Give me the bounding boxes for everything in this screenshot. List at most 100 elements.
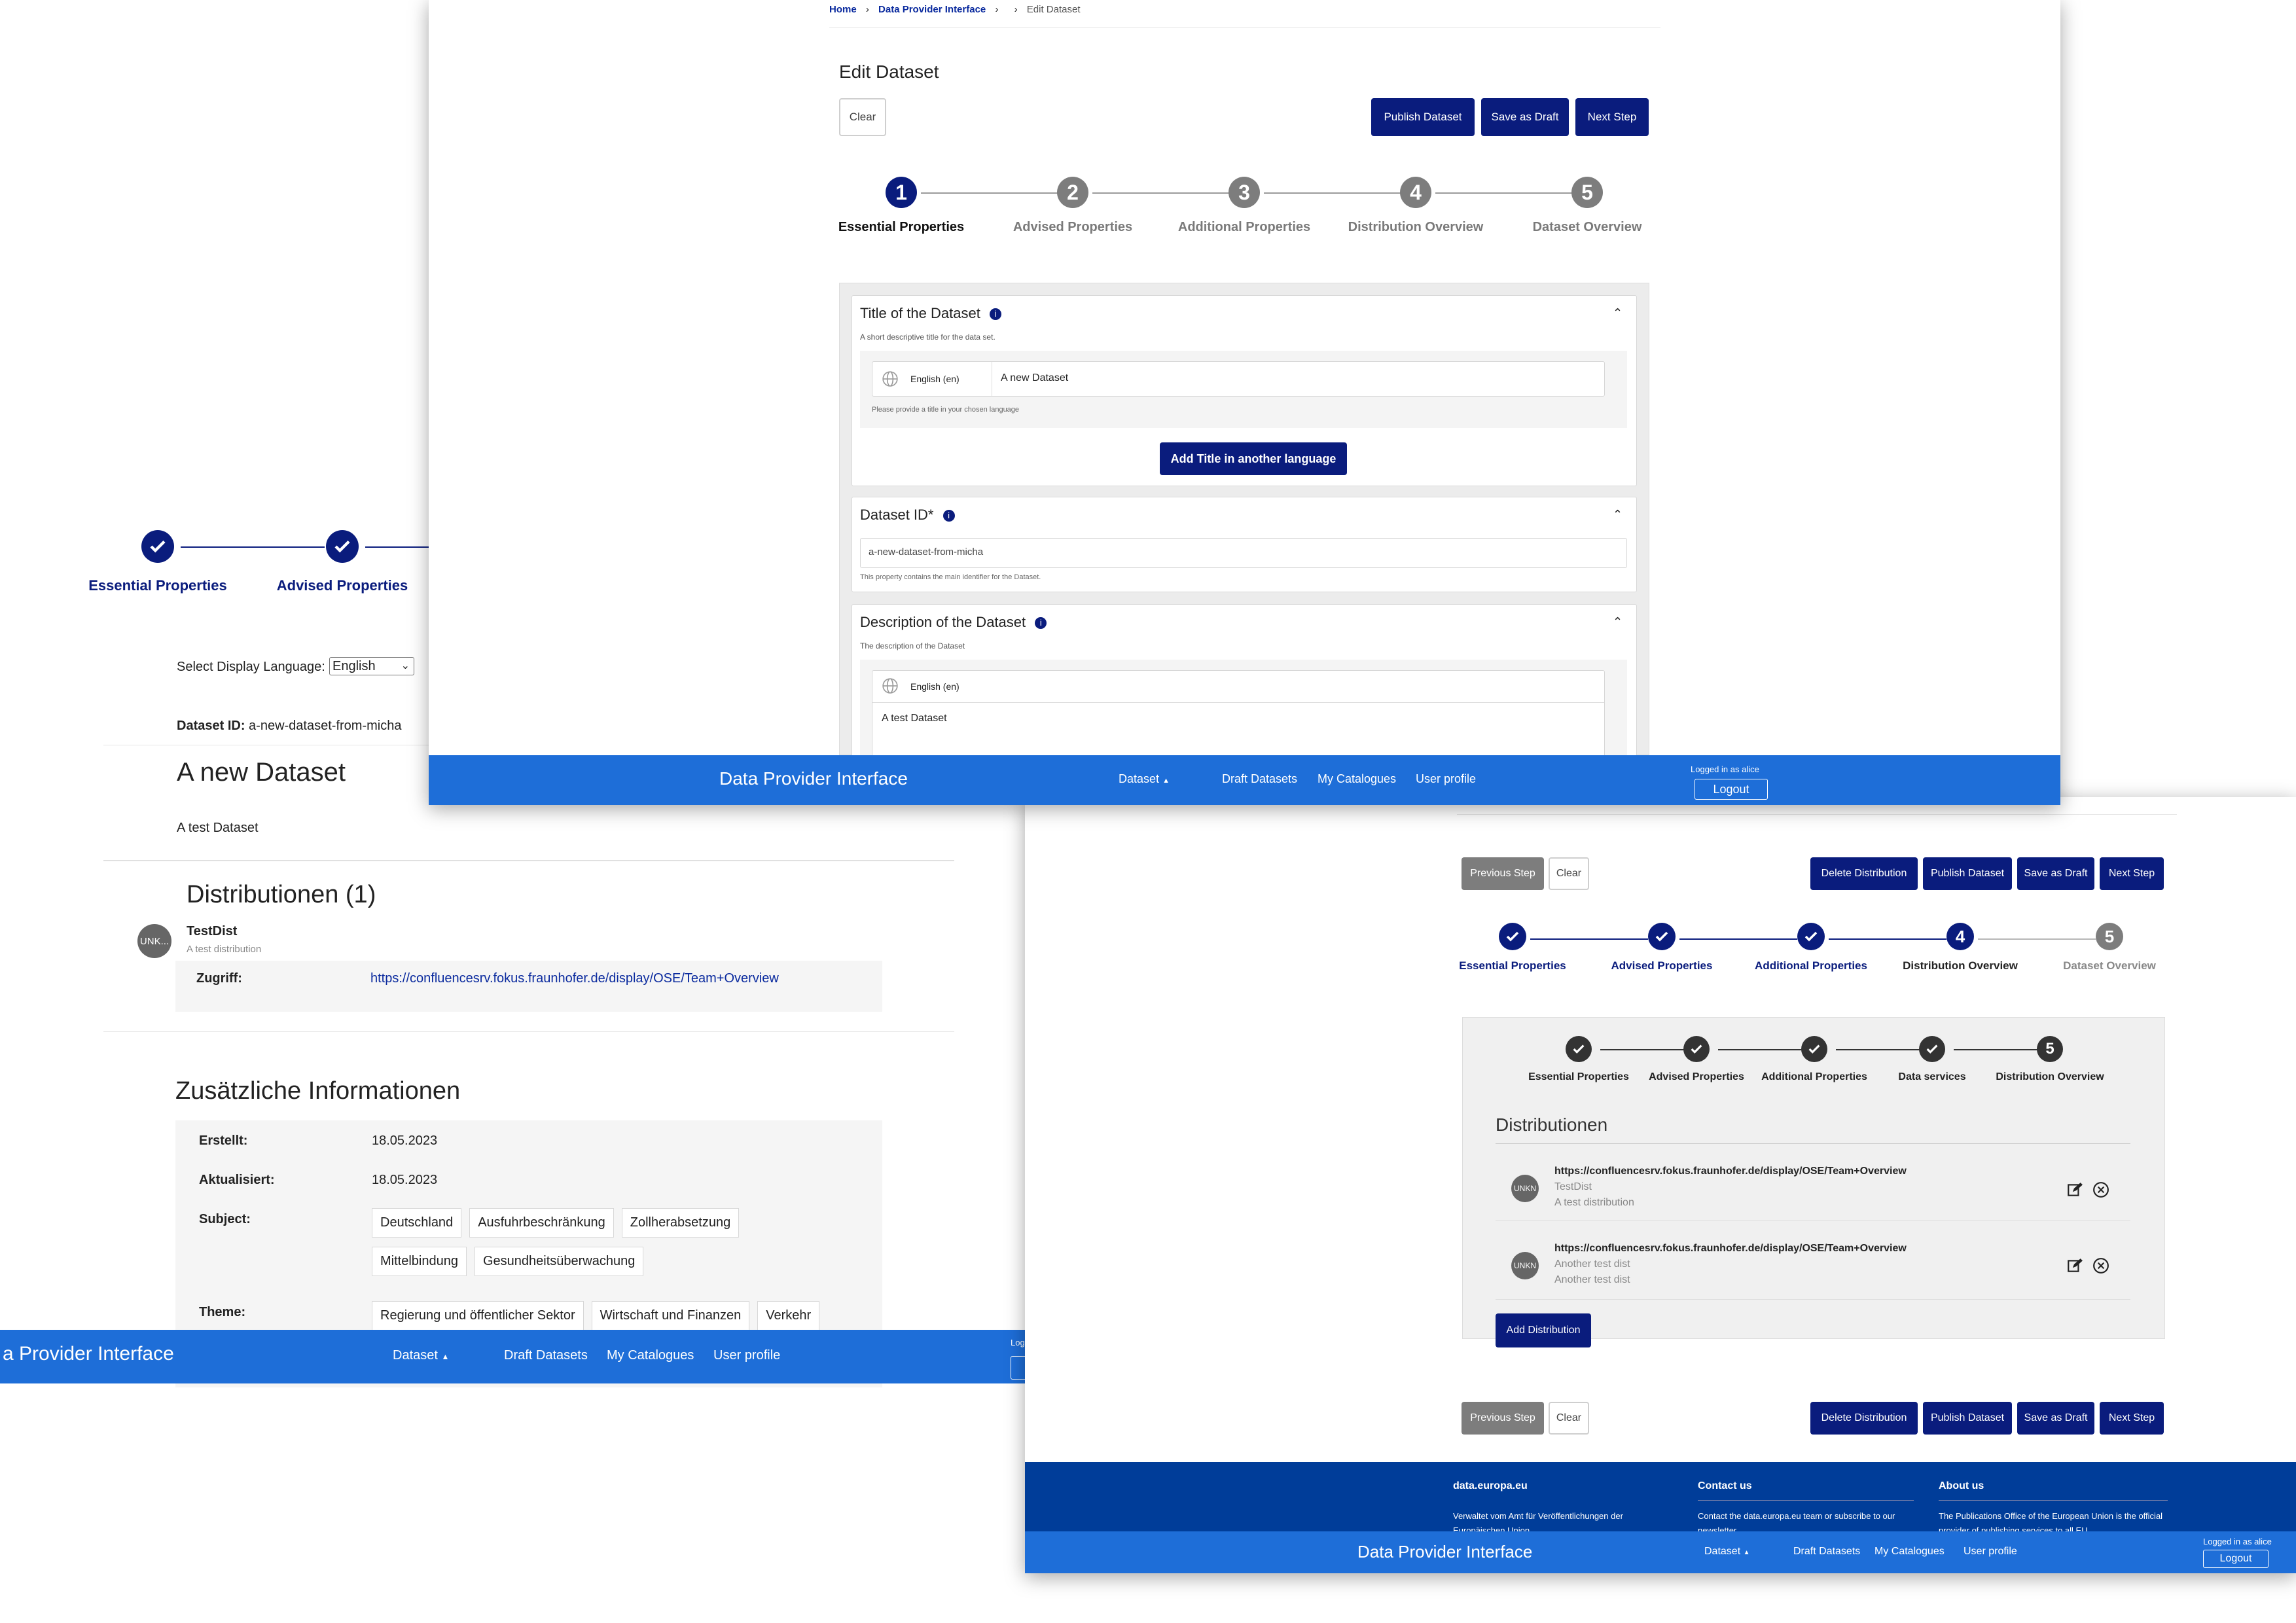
next-step-button[interactable]: Next Step	[1575, 98, 1649, 136]
edit-icon[interactable]	[2066, 1181, 2083, 1198]
chevron-up-icon[interactable]: ⌃	[1613, 508, 1623, 522]
save-as-draft-button[interactable]: Save as Draft	[2017, 1402, 2094, 1435]
inner-step-4-label[interactable]: Data services	[1898, 1071, 1965, 1083]
step-3-label[interactable]: Additional Properties	[1755, 959, 1867, 972]
step-3-label[interactable]: Additional Properties	[1178, 220, 1310, 235]
subject-chip[interactable]: Ausfuhrbeschränkung	[469, 1208, 614, 1238]
step-2-circle[interactable]: 2	[1057, 177, 1088, 208]
logout-button[interactable]: Logout	[2203, 1550, 2269, 1568]
description-language[interactable]: English (en)	[910, 681, 960, 692]
step-1-circle[interactable]: 1	[886, 177, 917, 208]
step-5-label[interactable]: Dataset Overview	[2063, 959, 2156, 972]
inner-step-4-check-icon[interactable]	[1919, 1036, 1945, 1062]
delete-distribution-button[interactable]: Delete Distribution	[1810, 857, 1918, 890]
save-as-draft-button[interactable]: Save as Draft	[1481, 98, 1569, 136]
info-icon[interactable]: i	[989, 308, 1001, 321]
nav-my-catalogues[interactable]: My Catalogues	[1318, 772, 1396, 786]
breadcrumb-home[interactable]: Home	[829, 4, 857, 15]
info-icon[interactable]: i	[942, 510, 955, 522]
step-4-label[interactable]: Distribution Overview	[1903, 959, 2018, 972]
theme-chip[interactable]: Wirtschaft und Finanzen	[591, 1301, 750, 1330]
distribution-url[interactable]: https://confluencesrv.fokus.fraunhofer.d…	[1554, 1166, 1907, 1177]
nav-draft-datasets[interactable]: Draft Datasets	[1222, 772, 1297, 786]
remove-icon[interactable]	[2092, 1181, 2109, 1198]
display-language-select[interactable]: English ⌄	[329, 657, 414, 675]
add-title-language-button[interactable]: Add Title in another language	[1160, 442, 1347, 475]
nav-my-catalogues[interactable]: My Catalogues	[1874, 1546, 1945, 1558]
step-1-check-icon[interactable]	[141, 530, 174, 563]
publish-dataset-button[interactable]: Publish Dataset	[1371, 98, 1475, 136]
step-2-check-icon[interactable]	[1648, 923, 1676, 950]
step-5-label[interactable]: Dataset Overview	[1533, 220, 1642, 235]
step-1-label[interactable]: Essential Properties	[838, 220, 964, 235]
step-2-label[interactable]: Advised Properties	[1611, 959, 1713, 972]
step-2-label[interactable]: Advised Properties	[277, 577, 408, 594]
distribution-name[interactable]: TestDist	[187, 924, 237, 939]
footer-col2-text[interactable]: Contact the data.europa.eu team or subsc…	[1698, 1509, 1914, 1534]
info-icon[interactable]: i	[1035, 617, 1047, 630]
inner-step-3-label[interactable]: Additional Properties	[1761, 1071, 1867, 1083]
next-step-button[interactable]: Next Step	[2100, 1402, 2164, 1435]
previous-step-button[interactable]: Previous Step	[1462, 1402, 1544, 1435]
save-as-draft-button[interactable]: Save as Draft	[2017, 857, 2094, 890]
logout-button[interactable]: Logout	[1695, 779, 1768, 800]
step-3-check-icon[interactable]	[1797, 923, 1825, 950]
chevron-up-icon[interactable]: ⌃	[1613, 306, 1623, 320]
previous-step-button[interactable]: Previous Step	[1462, 857, 1544, 890]
access-link[interactable]: https://confluencesrv.fokus.fraunhofer.d…	[370, 971, 779, 986]
delete-distribution-button[interactable]: Delete Distribution	[1810, 1402, 1918, 1435]
navbar-brand[interactable]: Data Provider Interface	[1357, 1542, 1532, 1562]
title-language[interactable]: English (en)	[910, 374, 960, 384]
breadcrumb-dpi[interactable]: Data Provider Interface	[878, 4, 986, 15]
inner-step-2-label[interactable]: Advised Properties	[1649, 1071, 1744, 1083]
step-4-circle[interactable]: 4	[1400, 177, 1431, 208]
inner-step-5-label[interactable]: Distribution Overview	[1996, 1071, 2104, 1083]
inner-step-3-check-icon[interactable]	[1801, 1036, 1827, 1062]
chevron-up-icon[interactable]: ⌃	[1613, 615, 1623, 629]
title-input[interactable]: A new Dataset	[1001, 372, 1068, 384]
subject-chip[interactable]: Gesundheitsüberwachung	[474, 1247, 644, 1276]
nav-user-profile[interactable]: User profile	[1964, 1546, 2017, 1558]
distribution-url[interactable]: https://confluencesrv.fokus.fraunhofer.d…	[1554, 1243, 1907, 1255]
nav-my-catalogues[interactable]: My Catalogues	[607, 1348, 694, 1363]
step-1-check-icon[interactable]	[1499, 923, 1526, 950]
nav-user-profile[interactable]: User profile	[713, 1348, 780, 1363]
nav-draft-datasets[interactable]: Draft Datasets	[1793, 1546, 1860, 1558]
next-step-button[interactable]: Next Step	[2100, 857, 2164, 890]
clear-button[interactable]: Clear	[1549, 857, 1589, 890]
navbar-brand[interactable]: Data Provider Interface	[719, 768, 908, 789]
navbar-brand[interactable]: a Provider Interface	[3, 1343, 174, 1365]
theme-chip[interactable]: Verkehr	[757, 1301, 820, 1330]
step-2-check-icon[interactable]	[326, 530, 359, 563]
subject-chip[interactable]: Deutschland	[372, 1208, 462, 1238]
step-1-label[interactable]: Essential Properties	[1459, 959, 1566, 972]
theme-chip[interactable]: Regierung und öffentlicher Sektor	[372, 1301, 584, 1330]
add-distribution-button[interactable]: Add Distribution	[1496, 1313, 1591, 1347]
publish-dataset-button[interactable]: Publish Dataset	[1923, 1402, 2012, 1435]
nav-user-profile[interactable]: User profile	[1416, 772, 1476, 786]
description-textarea[interactable]: A test Dataset	[882, 713, 947, 724]
nav-dataset[interactable]: Dataset ▲	[393, 1348, 449, 1363]
inner-step-1-check-icon[interactable]	[1566, 1036, 1592, 1062]
remove-icon[interactable]	[2092, 1257, 2109, 1274]
nav-dataset[interactable]: Dataset ▲	[1119, 772, 1170, 786]
step-4-label[interactable]: Distribution Overview	[1348, 220, 1484, 235]
edit-icon[interactable]	[2066, 1257, 2083, 1274]
step-5-circle[interactable]: 5	[1571, 177, 1603, 208]
step-5-circle[interactable]: 5	[2096, 923, 2123, 950]
nav-dataset[interactable]: Dataset ▲	[1704, 1546, 1750, 1558]
step-1-label[interactable]: Essential Properties	[88, 577, 227, 594]
publish-dataset-button[interactable]: Publish Dataset	[1923, 857, 2012, 890]
subject-chip[interactable]: Mittelbindung	[372, 1247, 467, 1276]
inner-step-2-check-icon[interactable]	[1683, 1036, 1710, 1062]
subject-chip[interactable]: Zollherabsetzung	[621, 1208, 740, 1238]
inner-step-5-circle[interactable]: 5	[2037, 1036, 2063, 1062]
clear-button[interactable]: Clear	[1549, 1402, 1589, 1435]
step-3-circle[interactable]: 3	[1229, 177, 1260, 208]
clear-button[interactable]: Clear	[839, 98, 886, 136]
inner-step-1-label[interactable]: Essential Properties	[1528, 1071, 1629, 1083]
nav-draft-datasets[interactable]: Draft Datasets	[504, 1348, 588, 1363]
dataset-id-input[interactable]: a-new-dataset-from-micha	[860, 538, 1627, 568]
step-2-label[interactable]: Advised Properties	[1013, 220, 1132, 235]
step-4-circle[interactable]: 4	[1946, 923, 1974, 950]
